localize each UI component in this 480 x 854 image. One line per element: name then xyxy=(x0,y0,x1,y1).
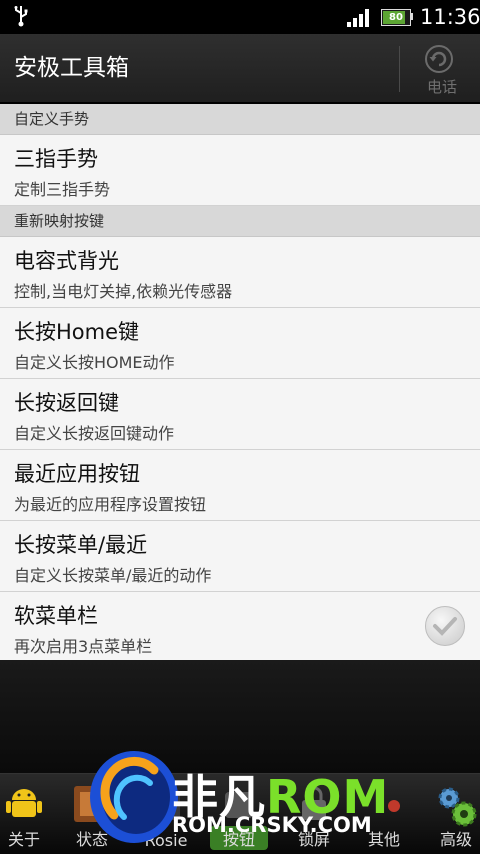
phone-label: 电话 xyxy=(426,78,457,96)
item-subtitle: 自定义长按返回键动作 xyxy=(14,424,175,443)
item-title: 三指手势 xyxy=(14,147,98,171)
section-header-remap-keys: 重新映射按键 xyxy=(0,206,480,237)
list-item-three-finger-gesture[interactable]: 三指手势 定制三指手势 xyxy=(0,135,480,206)
android-icon xyxy=(4,784,44,826)
item-subtitle: 再次启用3点菜单栏 xyxy=(14,637,153,656)
list-item-long-press-back[interactable]: 长按返回键 自定义长按返回键动作 xyxy=(0,379,480,450)
refresh-icon xyxy=(424,44,454,74)
list-item-capacitive-backlight[interactable]: 电容式背光 控制,当电灯关掉,依赖光传感器 xyxy=(0,237,480,308)
crsky-watermark: 非凡ROM ROM.CRSKY.COM xyxy=(84,745,414,849)
tab-label: 关于 xyxy=(7,830,40,849)
list-item-long-press-menu[interactable]: 长按菜单/最近 自定义长按菜单/最近的动作 xyxy=(0,521,480,592)
check-icon xyxy=(433,617,457,636)
list-item-long-press-home[interactable]: 长按Home键 自定义长按HOME动作 xyxy=(0,308,480,379)
item-subtitle: 自定义长按HOME动作 xyxy=(14,353,175,372)
item-subtitle: 定制三指手势 xyxy=(14,180,111,199)
item-subtitle: 自定义长按菜单/最近的动作 xyxy=(14,566,212,585)
tab-label: 高级 xyxy=(439,830,472,849)
soft-menu-bar-checkbox[interactable] xyxy=(425,606,465,646)
watermark-url: ROM.CRSKY.COM xyxy=(172,813,372,837)
usb-icon xyxy=(12,5,30,32)
item-title: 最近应用按钮 xyxy=(14,462,140,486)
gears-icon xyxy=(434,784,478,832)
phone-button[interactable]: 电话 xyxy=(404,40,480,98)
item-subtitle: 控制,当电灯关掉,依赖光传感器 xyxy=(14,282,233,301)
item-title: 长按Home键 xyxy=(14,320,140,344)
settings-list: 自定义手势 三指手势 定制三指手势 重新映射按键 电容式背光 控制,当电灯关掉,… xyxy=(0,104,480,663)
battery-icon: 80 xyxy=(381,9,411,26)
list-item-recent-apps-button[interactable]: 最近应用按钮 为最近的应用程序设置按钮 xyxy=(0,450,480,521)
section-header-gestures: 自定义手势 xyxy=(0,104,480,135)
item-title: 长按返回键 xyxy=(14,391,119,415)
item-title: 长按菜单/最近 xyxy=(14,533,148,557)
divider xyxy=(399,46,400,92)
tab-about[interactable]: 关于 xyxy=(0,774,48,854)
list-item-soft-menu-bar[interactable]: 软菜单栏 再次启用3点菜单栏 xyxy=(0,592,480,663)
item-title: 电容式背光 xyxy=(14,249,119,273)
watermark-logo-icon xyxy=(90,751,178,843)
app-title: 安极工具箱 xyxy=(14,55,129,81)
item-title: 软菜单栏 xyxy=(14,604,98,628)
clock: 11:36 xyxy=(420,5,480,29)
battery-level: 80 xyxy=(389,12,403,23)
signal-icon xyxy=(347,9,371,27)
status-bar: 80 11:36 xyxy=(0,0,480,34)
item-subtitle: 为最近的应用程序设置按钮 xyxy=(14,495,207,514)
tab-advanced[interactable]: 高级 xyxy=(432,774,480,854)
action-bar: 安极工具箱 电话 xyxy=(0,34,480,104)
